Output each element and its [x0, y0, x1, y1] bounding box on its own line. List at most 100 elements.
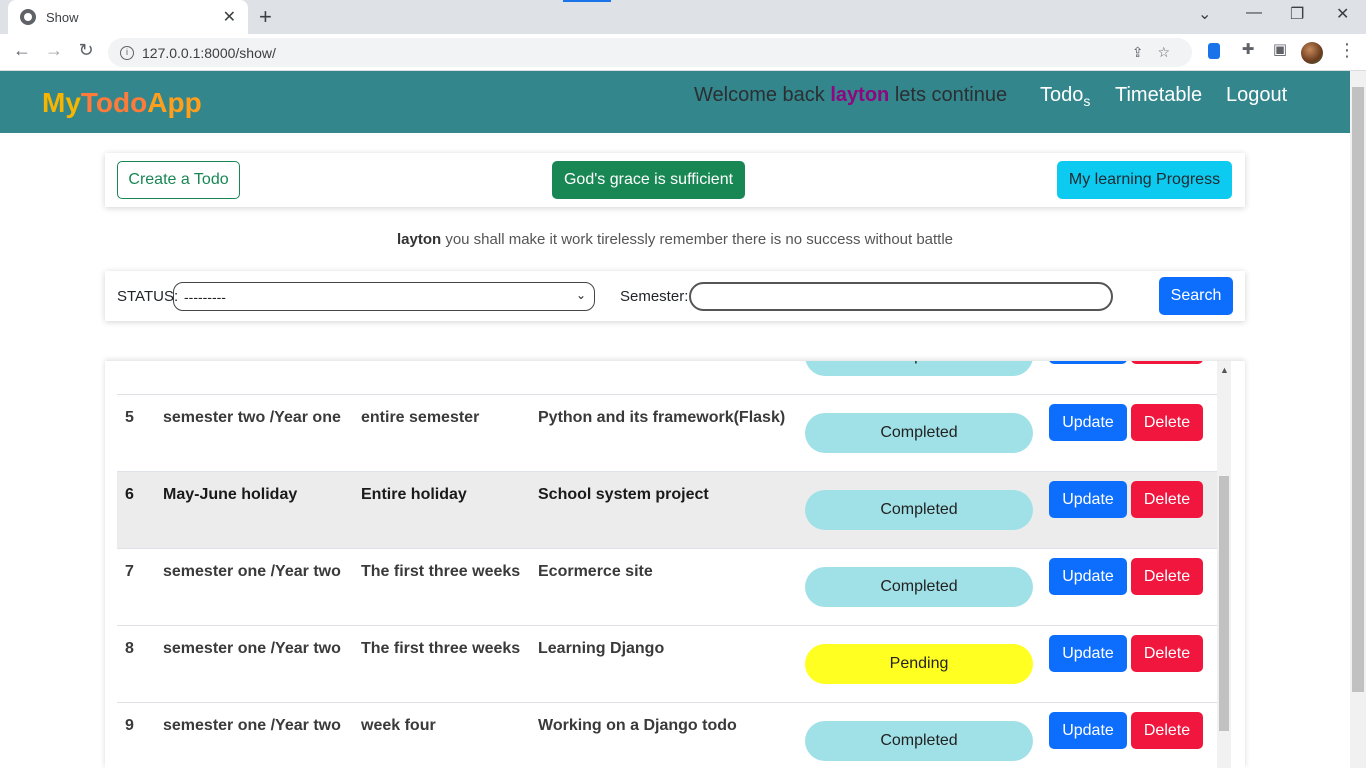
row-id: 9: [125, 717, 134, 734]
status-badge: Pending: [805, 644, 1033, 684]
row-semester: semester one /Year two: [163, 640, 341, 657]
row-semester: semester two /Year one: [163, 409, 341, 426]
actions-card: Create a Todo God's grace is sufficient …: [105, 153, 1245, 207]
loading-indicator: [563, 0, 611, 2]
status-badge: Completed: [805, 361, 1033, 376]
close-window-icon[interactable]: ✕: [1336, 4, 1349, 24]
welcome-suffix: lets continue: [894, 84, 1008, 106]
row-task: Python and its framework(Flask): [538, 409, 786, 426]
row-period: The first three weeks: [361, 563, 521, 580]
filter-card: STATUS: --------- ⌄ Semester: Search: [105, 271, 1245, 321]
share-and-bookmark-icons[interactable]: ⇪☆: [1132, 44, 1184, 61]
status-badge: Completed: [805, 490, 1033, 530]
todo-table: Completed Update Delete 5 semester two /…: [105, 361, 1245, 768]
semester-input[interactable]: [689, 282, 1113, 311]
row-id: 8: [125, 640, 134, 657]
reload-icon[interactable]: ↻: [74, 40, 98, 61]
row-id: 6: [125, 486, 134, 503]
delete-button[interactable]: Delete: [1131, 361, 1203, 364]
update-button[interactable]: Update: [1049, 635, 1127, 672]
update-button[interactable]: Update: [1049, 558, 1127, 595]
status-badge: Completed: [805, 413, 1033, 453]
update-button[interactable]: Update: [1049, 712, 1127, 749]
table-scrollbar-thumb[interactable]: [1219, 476, 1229, 731]
row-task: Ecormerce site: [538, 563, 653, 580]
update-button[interactable]: Update: [1049, 404, 1127, 441]
status-select[interactable]: --------- ⌄: [173, 282, 595, 311]
brand-logo[interactable]: MyTodoApp: [42, 87, 202, 119]
search-button[interactable]: Search: [1159, 277, 1233, 315]
motto-username: layton: [396, 231, 442, 248]
motto-message: you shall make it work tirelessly rememb…: [445, 231, 954, 248]
motto-text: layton you shall make it work tirelessly…: [0, 231, 1350, 248]
delete-button[interactable]: Delete: [1131, 635, 1203, 672]
table-row: 8 semester one /Year two The first three…: [117, 626, 1217, 703]
table-row-partial: Completed Update Delete: [117, 361, 1217, 395]
status-label: STATUS:: [117, 288, 179, 305]
chevron-down-icon: ⌄: [575, 288, 586, 302]
create-todo-button[interactable]: Create a Todo: [117, 161, 240, 199]
brand-todo: Todo: [80, 87, 148, 118]
page-scrollbar-thumb[interactable]: [1352, 87, 1364, 692]
globe-icon: [20, 9, 36, 25]
omnibox[interactable]: i 127.0.0.1:8000/show/ ⇪☆: [108, 38, 1192, 67]
table-row: 5 semester two /Year one entire semester…: [117, 395, 1217, 472]
nav-link-todos-label: Todo: [1040, 84, 1084, 106]
update-button[interactable]: Update: [1049, 361, 1127, 364]
update-button[interactable]: Update: [1049, 481, 1127, 518]
row-semester: May-June holiday: [163, 486, 298, 503]
forward-icon[interactable]: →: [42, 40, 66, 61]
side-panel-icon[interactable]: ▣: [1268, 40, 1292, 58]
row-task: School system project: [538, 486, 709, 503]
row-period: entire semester: [361, 409, 480, 426]
row-task: Working on a Django todo: [538, 717, 737, 734]
back-icon[interactable]: ←: [10, 40, 34, 61]
nav-link-todos-sub: s: [1083, 93, 1091, 109]
table-row: 7 semester one /Year two The first three…: [117, 549, 1217, 626]
grace-button[interactable]: God's grace is sufficient: [552, 161, 745, 199]
welcome-message: Welcome back layton lets continue: [694, 84, 1007, 107]
nav-link-logout[interactable]: Logout: [1226, 84, 1287, 107]
minimize-icon[interactable]: —: [1246, 4, 1262, 22]
address-toolbar: ← → ↻ i 127.0.0.1:8000/show/ ⇪☆ ✚ ▣ ⋮: [0, 34, 1366, 71]
welcome-prefix: Welcome back: [694, 84, 825, 106]
delete-button[interactable]: Delete: [1131, 558, 1203, 595]
tab-title: Show: [46, 9, 79, 25]
learning-progress-button[interactable]: My learning Progress: [1057, 161, 1232, 199]
table-scrollbar[interactable]: ▲: [1217, 361, 1231, 768]
page-viewport: MyTodoApp Welcome back layton lets conti…: [0, 71, 1350, 768]
delete-button[interactable]: Delete: [1131, 712, 1203, 749]
profile-avatar[interactable]: [1301, 42, 1323, 64]
nav-link-timetable[interactable]: Timetable: [1115, 84, 1202, 107]
row-semester: semester one /Year two: [163, 563, 341, 580]
row-period: The first three weeks: [361, 640, 521, 657]
row-id: 7: [125, 563, 134, 580]
delete-button[interactable]: Delete: [1131, 481, 1203, 518]
kebab-menu-icon[interactable]: ⋮: [1338, 40, 1356, 61]
row-id: 5: [125, 409, 134, 426]
app-navbar: MyTodoApp Welcome back layton lets conti…: [0, 71, 1350, 133]
brand-app: App: [147, 87, 202, 118]
delete-button[interactable]: Delete: [1131, 404, 1203, 441]
scroll-up-icon[interactable]: ▲: [1220, 365, 1229, 375]
brand-my: My: [42, 87, 81, 118]
restore-icon[interactable]: ❐: [1290, 4, 1304, 24]
semester-label: Semester:: [620, 288, 689, 305]
extension-icon[interactable]: [1208, 43, 1220, 59]
welcome-username: layton: [830, 84, 890, 106]
tab-search-icon[interactable]: ⌄: [1198, 4, 1211, 24]
status-select-value: ---------: [184, 289, 226, 305]
status-badge: Completed: [805, 567, 1033, 607]
site-info-icon[interactable]: i: [120, 45, 134, 60]
row-period: week four: [361, 717, 436, 734]
url-text[interactable]: 127.0.0.1:8000/show/: [142, 45, 276, 61]
close-tab-icon[interactable]: ✕: [223, 7, 236, 27]
page-scrollbar[interactable]: [1350, 71, 1366, 768]
puzzle-icon[interactable]: ✚: [1236, 40, 1260, 58]
browser-tab-strip: Show ✕ + ⌄ — ❐ ✕: [0, 0, 1366, 34]
new-tab-button[interactable]: +: [259, 4, 272, 30]
row-task: Learning Django: [538, 640, 665, 657]
table-row: 9 semester one /Year two week four Worki…: [117, 703, 1217, 768]
browser-tab[interactable]: Show ✕: [8, 0, 248, 34]
nav-link-todos[interactable]: Todos: [1040, 84, 1090, 109]
